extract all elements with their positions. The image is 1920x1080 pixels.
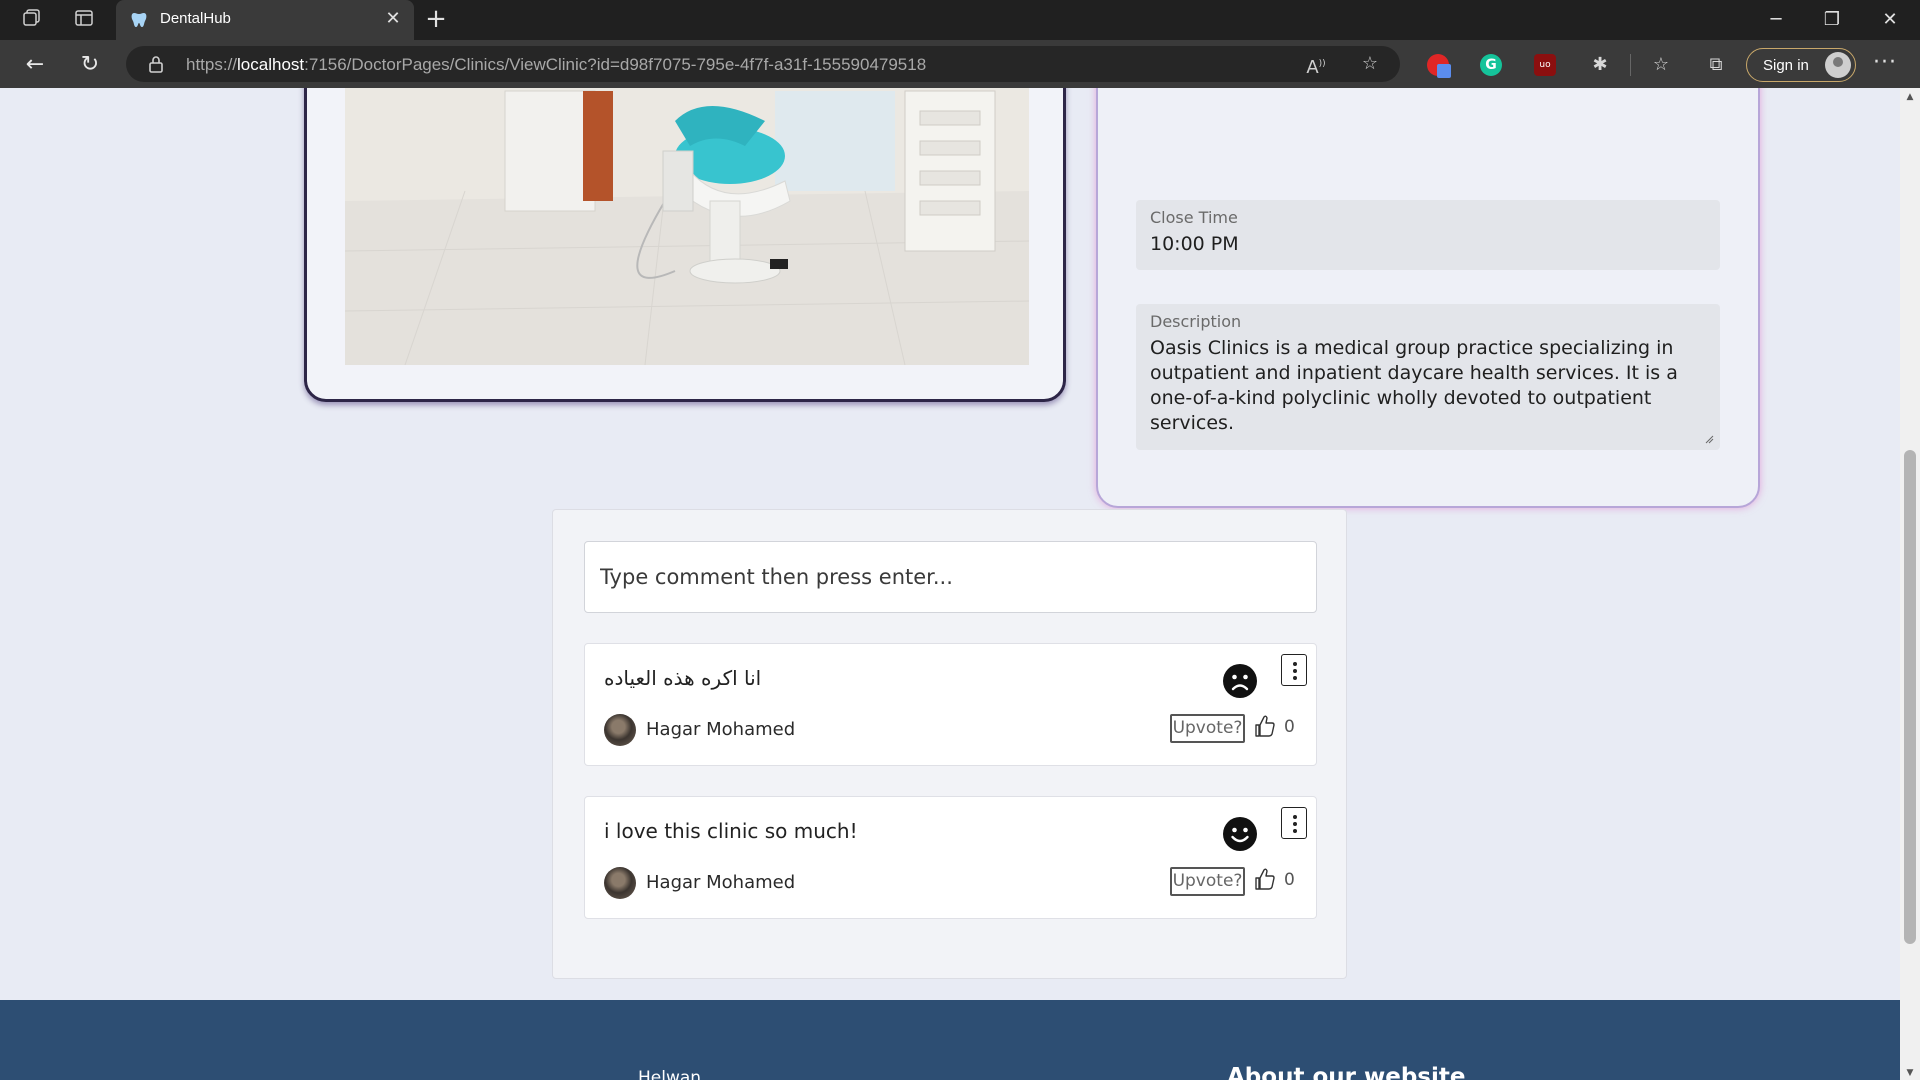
tooth-icon	[131, 13, 147, 27]
more-menu-icon[interactable]: ···	[1870, 50, 1900, 80]
comment-options-button[interactable]	[1281, 654, 1307, 686]
comment-text: i love this clinic so much!	[604, 819, 858, 843]
author-avatar[interactable]	[604, 714, 636, 746]
favorites-list-icon[interactable]: ☆	[1648, 52, 1674, 78]
comment-input[interactable]	[584, 541, 1317, 613]
tab-actions-icon[interactable]	[72, 8, 96, 32]
vote-count: 0	[1284, 717, 1295, 737]
minimize-icon[interactable]: ─	[1756, 6, 1796, 34]
clinic-photo	[345, 88, 1029, 365]
close-time-value: 10:00 PM	[1150, 233, 1239, 255]
footer-city: Helwan	[638, 1068, 702, 1080]
grammarly-icon[interactable]: G	[1480, 54, 1502, 76]
page-scrollbar[interactable]: ▲ ▼	[1900, 88, 1920, 1080]
profile-avatar-icon	[1825, 52, 1851, 78]
comment-item: انا اكره هذه العياده Hagar Mohamed Upvot…	[584, 643, 1317, 766]
site-footer: Helwan About our website	[0, 1000, 1900, 1080]
page-viewport: Close Time 10:00 PM Description Oasis Cl…	[0, 88, 1900, 1080]
happy-face-icon	[1223, 817, 1257, 851]
close-time-field: Close Time 10:00 PM	[1136, 200, 1720, 270]
comment-item: i love this clinic so much! Hagar Mohame…	[584, 796, 1317, 919]
tab-dentalhub[interactable]: DentalHub ✕	[116, 0, 414, 40]
clinic-info-card: Close Time 10:00 PM Description Oasis Cl…	[1096, 88, 1760, 508]
collections-icon[interactable]: ⧉	[1703, 52, 1729, 78]
scroll-up-icon[interactable]: ▲	[1905, 92, 1915, 102]
comment-text: انا اكره هذه العياده	[604, 666, 762, 690]
favorite-star-icon[interactable]: ☆	[1358, 52, 1382, 76]
scroll-down-icon[interactable]: ▼	[1905, 1068, 1915, 1078]
close-window-icon[interactable]: ✕	[1870, 6, 1910, 34]
author-name[interactable]: Hagar Mohamed	[646, 719, 795, 740]
browser-toolbar: ← ↻ https://localhost:7156/DoctorPages/C…	[0, 40, 1920, 88]
author-name[interactable]: Hagar Mohamed	[646, 872, 795, 893]
extension-red-icon[interactable]	[1427, 54, 1451, 78]
sad-face-icon	[1223, 664, 1257, 698]
address-bar[interactable]: https://localhost:7156/DoctorPages/Clini…	[126, 46, 1400, 82]
tab-title: DentalHub	[160, 10, 231, 27]
reload-button[interactable]: ↻	[75, 50, 105, 80]
extensions-puzzle-icon[interactable]: ✱	[1587, 52, 1613, 78]
upvote-button[interactable]: Upvote?	[1170, 867, 1245, 896]
close-tab-icon[interactable]: ✕	[382, 8, 404, 30]
description-label: Description	[1150, 312, 1242, 331]
upvote-button[interactable]: Upvote?	[1170, 714, 1245, 743]
thumbs-up-icon[interactable]	[1254, 714, 1276, 738]
close-time-label: Close Time	[1150, 208, 1238, 227]
vote-count: 0	[1284, 870, 1295, 890]
comments-section: انا اكره هذه العياده Hagar Mohamed Upvot…	[552, 509, 1347, 979]
author-avatar[interactable]	[604, 867, 636, 899]
resize-grip-icon[interactable]	[1704, 434, 1714, 444]
lock-icon	[149, 56, 163, 73]
thumbs-up-icon[interactable]	[1254, 867, 1276, 891]
footer-about-heading: About our website	[1227, 1064, 1466, 1080]
restore-icon[interactable]: ❐	[1812, 6, 1852, 34]
new-tab-button[interactable]: +	[422, 6, 450, 34]
sign-in-label: Sign in	[1763, 57, 1809, 74]
description-field[interactable]: Description Oasis Clinics is a medical g…	[1136, 304, 1720, 450]
back-button[interactable]: ←	[20, 50, 50, 80]
description-value: Oasis Clinics is a medical group practic…	[1150, 337, 1678, 434]
read-aloud-icon[interactable]: A))	[1304, 52, 1328, 78]
toolbar-divider	[1630, 54, 1631, 76]
scroll-thumb[interactable]	[1904, 450, 1916, 944]
comment-options-button[interactable]	[1281, 807, 1307, 839]
ublock-icon[interactable]: uo	[1534, 54, 1556, 76]
browser-titlebar: DentalHub ✕ + ─ ❐ ✕	[0, 0, 1920, 40]
workspaces-icon[interactable]	[20, 8, 44, 32]
clinic-image-card	[304, 88, 1066, 402]
url-text: https://localhost:7156/DoctorPages/Clini…	[186, 55, 927, 74]
sign-in-button[interactable]: Sign in	[1746, 48, 1856, 82]
